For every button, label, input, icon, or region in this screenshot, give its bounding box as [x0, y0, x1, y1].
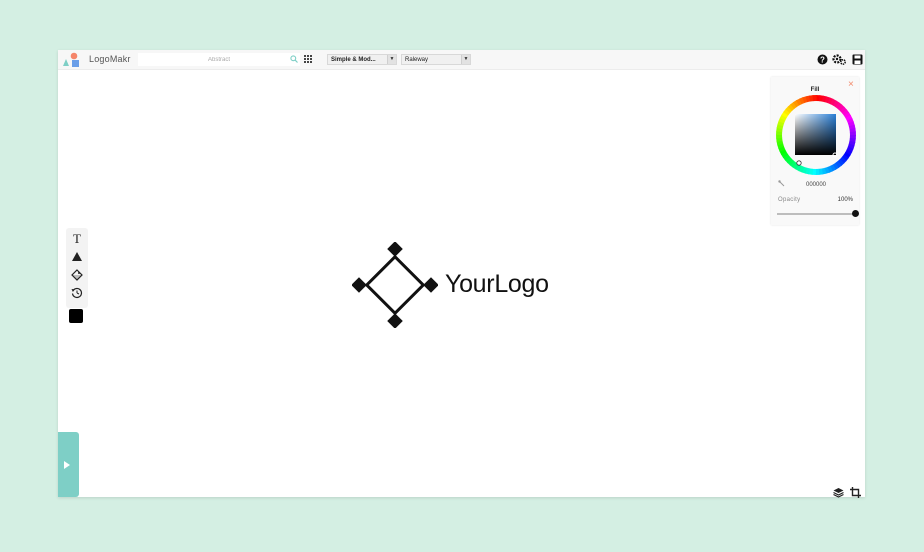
opacity-value[interactable]: 100% — [838, 197, 853, 203]
style-select-value: Simple & Mod... — [331, 57, 376, 63]
grid-icon[interactable] — [304, 55, 312, 63]
style-select[interactable]: Simple & Mod... ▼ — [327, 54, 397, 65]
opacity-slider-thumb[interactable] — [851, 210, 859, 217]
hex-value[interactable]: 000000 — [771, 182, 861, 188]
fill-color-panel: Fill × 000000 Opacity 100% — [771, 77, 859, 225]
tool-palette: T — [66, 228, 88, 308]
hue-segment[interactable] — [812, 95, 817, 102]
logomakr-brand-icon — [63, 52, 79, 67]
chevron-down-icon: ▼ — [387, 55, 396, 64]
shape-tool-icon[interactable] — [70, 250, 84, 264]
logo-symbol[interactable] — [352, 242, 438, 328]
symbol-tool-icon[interactable] — [70, 268, 84, 282]
svg-text:T: T — [73, 231, 81, 245]
crop-icon[interactable] — [850, 487, 861, 498]
color-wheel[interactable] — [775, 94, 857, 176]
app-window: LogoMakr Simple & Mod... ▼ Raleway ▼ ? — [58, 50, 865, 498]
layers-icon[interactable] — [833, 487, 844, 498]
font-select-value: Raleway — [405, 57, 429, 63]
settings-icon[interactable] — [832, 54, 846, 65]
current-color-swatch[interactable] — [69, 309, 83, 323]
opacity-label: Opacity — [778, 197, 801, 203]
opacity-slider-track[interactable] — [777, 213, 855, 215]
help-icon[interactable]: ? — [817, 54, 828, 65]
hue-handle[interactable] — [796, 160, 802, 166]
side-panel-toggle[interactable] — [58, 432, 79, 497]
save-icon[interactable] — [852, 54, 863, 65]
fill-panel-title: Fill — [810, 87, 820, 93]
brightness-overlay — [795, 114, 836, 155]
top-toolbar: LogoMakr Simple & Mod... ▼ Raleway ▼ ? — [58, 50, 865, 70]
text-tool-icon[interactable]: T — [70, 231, 84, 245]
search-icon[interactable] — [290, 55, 298, 63]
close-icon[interactable]: × — [848, 79, 854, 90]
play-icon — [64, 461, 70, 469]
brand-name: LogoMakr — [89, 54, 131, 64]
chevron-down-icon: ▼ — [461, 55, 470, 64]
font-select[interactable]: Raleway ▼ — [401, 54, 471, 65]
search-input[interactable] — [138, 53, 300, 66]
svg-text:?: ? — [820, 55, 825, 64]
history-icon[interactable] — [70, 286, 84, 300]
logo-text[interactable]: YourLogo — [445, 270, 549, 299]
